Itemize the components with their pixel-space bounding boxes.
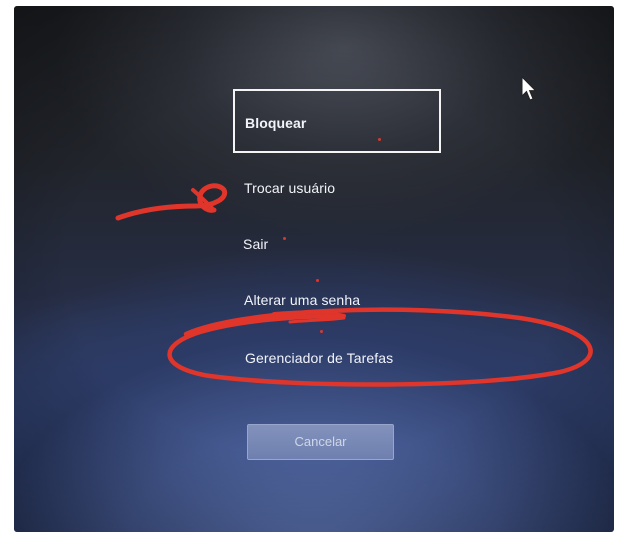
security-options-screen: Bloquear Trocar usuário Sair Alterar uma… [14, 6, 614, 532]
sign-out-option[interactable]: Sair [243, 229, 268, 259]
red-speck [320, 330, 323, 333]
sign-out-option-label: Sair [243, 236, 269, 252]
change-password-option-label: Alterar uma senha [244, 292, 361, 308]
task-manager-option-label: Gerenciador de Tarefas [245, 350, 394, 366]
task-manager-option[interactable]: Gerenciador de Tarefas [245, 343, 393, 373]
red-speck [378, 138, 381, 141]
cancel-button[interactable]: Cancelar [247, 424, 394, 460]
change-password-option[interactable]: Alterar uma senha [244, 285, 360, 315]
red-speck [283, 237, 286, 240]
switch-user-option-label: Trocar usuário [244, 180, 336, 196]
mouse-pointer-icon [521, 76, 537, 101]
red-speck [262, 380, 265, 383]
lock-option[interactable]: Bloquear [233, 89, 441, 153]
lock-option-label: Bloquear [245, 115, 307, 131]
red-speck [316, 279, 319, 282]
switch-user-option[interactable]: Trocar usuário [244, 173, 335, 203]
cancel-button-label: Cancelar [294, 434, 347, 449]
